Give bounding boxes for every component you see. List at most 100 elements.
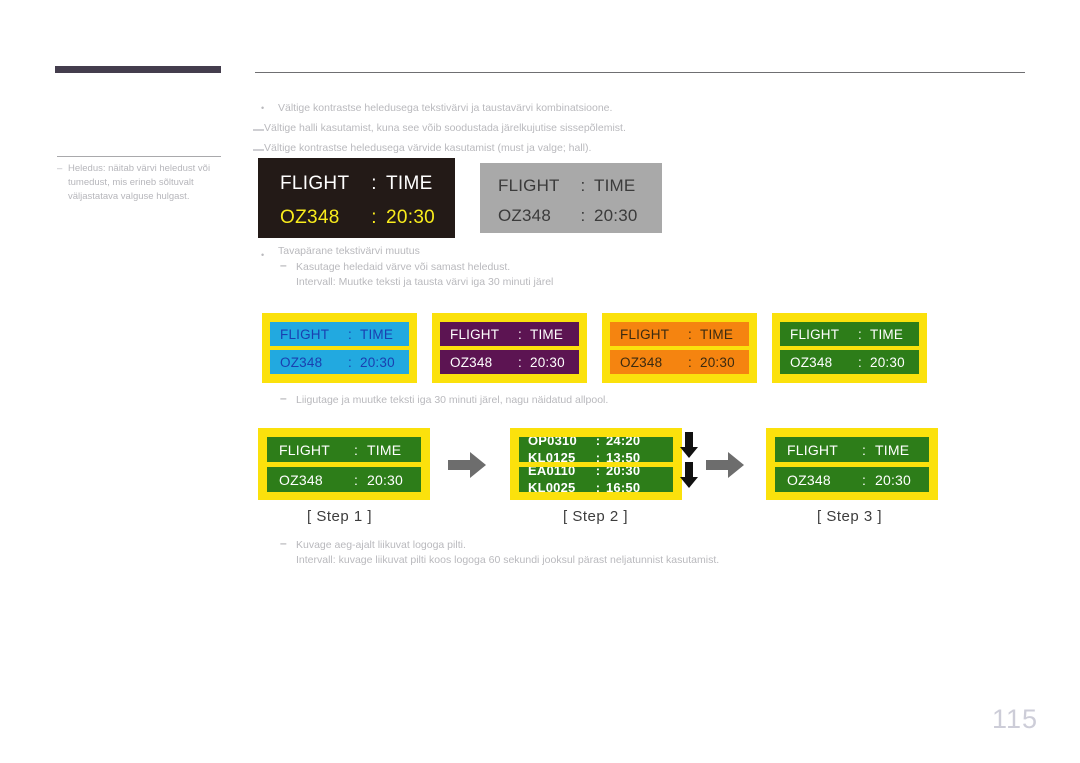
scroll-flight-code: KL0125 bbox=[528, 450, 576, 462]
step2-scroll-bar-bottom: EA0110 : 20:30 KL0025 : 16:50 bbox=[519, 467, 673, 492]
value-flight-no: OZ348 bbox=[620, 354, 663, 370]
value-flight-no: OZ348 bbox=[279, 471, 323, 488]
flight-panel-gray: FLIGHT : TIME OZ348 : 20:30 bbox=[480, 163, 662, 233]
step3-header: FLIGHT : TIME bbox=[775, 437, 929, 462]
value-flight-no: OZ348 bbox=[280, 207, 340, 228]
text-line-7: Liigutage ja muutke teksti iga 30 minuti… bbox=[296, 394, 609, 406]
sub-dash-1: – bbox=[280, 258, 287, 272]
label-time: TIME bbox=[386, 173, 433, 194]
scroll-time: 16:50 bbox=[606, 480, 641, 492]
step3-caption: [ Step 3 ] bbox=[817, 508, 883, 525]
label-colon: : bbox=[348, 326, 352, 342]
text-line-9: Intervall: kuvage liikuvat pilti koos lo… bbox=[296, 554, 720, 566]
step1-value: OZ348 : 20:30 bbox=[267, 467, 421, 492]
bullet-1: • bbox=[261, 103, 265, 113]
label-time: TIME bbox=[530, 326, 564, 342]
sidebar-divider bbox=[57, 156, 221, 157]
swatch-panel-orange: FLIGHT : TIME OZ348 : 20:30 bbox=[602, 313, 757, 383]
label-colon: : bbox=[580, 176, 586, 195]
sub-dash-3: – bbox=[280, 536, 287, 550]
value-flight-no: OZ348 bbox=[787, 471, 831, 488]
text-line-5: Kasutage heledaid värve või samast heled… bbox=[296, 261, 511, 273]
scroll-colon: : bbox=[595, 467, 601, 478]
label-colon: : bbox=[371, 173, 377, 194]
step2-scroll-bar-top: OP0310 : 24:20 KL0125 : 13:50 bbox=[519, 437, 673, 462]
arrow-right-icon bbox=[448, 452, 486, 478]
step3-value: OZ348 : 20:30 bbox=[775, 467, 929, 492]
label-time: TIME bbox=[700, 326, 734, 342]
swatch-header: FLIGHT : TIME bbox=[610, 322, 749, 346]
swatch-value: OZ348 : 20:30 bbox=[440, 350, 579, 374]
value-colon: : bbox=[580, 206, 586, 225]
scroll-time: 24:20 bbox=[606, 437, 641, 448]
scroll-colon: : bbox=[595, 437, 601, 448]
value-time: 20:30 bbox=[870, 354, 905, 370]
scroll-time: 20:30 bbox=[606, 467, 641, 478]
value-time: 20:30 bbox=[700, 354, 735, 370]
label-time: TIME bbox=[360, 326, 394, 342]
sidebar-note-text: Heledus: näitab värvi heledust või tumed… bbox=[68, 163, 211, 202]
swatch-panel-purple: FLIGHT : TIME OZ348 : 20:30 bbox=[432, 313, 587, 383]
label-colon: : bbox=[861, 441, 867, 458]
text-line-1: Vältige kontrastse heledusega tekstivärv… bbox=[278, 102, 613, 114]
scroll-row: EA0110 : 20:30 bbox=[519, 467, 673, 479]
dash-mark-2 bbox=[253, 149, 264, 151]
swatch-value: OZ348 : 20:30 bbox=[270, 350, 409, 374]
step1-caption: [ Step 1 ] bbox=[307, 508, 373, 525]
scroll-flight-code: EA0110 bbox=[528, 467, 576, 478]
sidebar-note: – Heledus: näitab värvi heledust või tum… bbox=[57, 162, 233, 204]
scroll-row: OP0310 : 24:20 bbox=[519, 437, 673, 449]
step2-caption: [ Step 2 ] bbox=[563, 508, 629, 525]
arrow-down-icon bbox=[680, 462, 698, 488]
scroll-colon: : bbox=[595, 450, 601, 462]
text-line-8: Kuvage aeg-ajalt liikuvat logoga pilti. bbox=[296, 539, 466, 551]
value-colon: : bbox=[688, 354, 692, 370]
value-time: 20:30 bbox=[360, 354, 395, 370]
step2-panel: OP0310 : 24:20 KL0125 : 13:50 EA0110 : 2… bbox=[510, 428, 682, 500]
step1-panel: FLIGHT : TIME OZ348 : 20:30 bbox=[258, 428, 430, 500]
label-colon: : bbox=[518, 326, 522, 342]
scroll-time: 13:50 bbox=[606, 450, 641, 462]
label-time: TIME bbox=[594, 176, 636, 195]
swatch-panel-cyan: FLIGHT : TIME OZ348 : 20:30 bbox=[262, 313, 417, 383]
value-flight-no: OZ348 bbox=[450, 354, 493, 370]
flight-panel-dark-header: FLIGHT : TIME bbox=[280, 170, 439, 198]
label-colon: : bbox=[688, 326, 692, 342]
label-flight: FLIGHT bbox=[279, 441, 330, 458]
swatch-panel-green: FLIGHT : TIME OZ348 : 20:30 bbox=[772, 313, 927, 383]
text-line-2: Vältige halli kasutamist, kuna see võib … bbox=[264, 122, 626, 134]
dash-mark-1 bbox=[253, 129, 264, 131]
value-flight-no: OZ348 bbox=[280, 354, 323, 370]
bullet-2: • bbox=[261, 250, 265, 260]
sub-dash-2: – bbox=[280, 391, 287, 405]
swatch-value: OZ348 : 20:30 bbox=[780, 350, 919, 374]
label-time: TIME bbox=[870, 326, 904, 342]
value-time: 20:30 bbox=[530, 354, 565, 370]
scroll-colon: : bbox=[595, 480, 601, 492]
value-flight-no: OZ348 bbox=[498, 206, 551, 225]
sidebar-note-dash: – bbox=[57, 163, 63, 174]
scroll-row: KL0125 : 13:50 bbox=[519, 449, 673, 462]
value-colon: : bbox=[371, 207, 377, 228]
swatch-header: FLIGHT : TIME bbox=[270, 322, 409, 346]
swatch-header: FLIGHT : TIME bbox=[780, 322, 919, 346]
value-colon: : bbox=[348, 354, 352, 370]
value-colon: : bbox=[353, 471, 359, 488]
value-time: 20:30 bbox=[594, 206, 638, 225]
label-flight: FLIGHT bbox=[280, 326, 330, 342]
flight-panel-gray-header: FLIGHT : TIME bbox=[498, 173, 648, 199]
page-number: 115 bbox=[991, 704, 1038, 734]
text-line-3: Vältige kontrastse heledusega värvide ka… bbox=[264, 142, 592, 154]
label-time: TIME bbox=[875, 441, 910, 458]
label-flight: FLIGHT bbox=[498, 176, 560, 195]
value-time: 20:30 bbox=[875, 471, 912, 488]
scroll-flight-code: KL0025 bbox=[528, 480, 576, 492]
header-divider-line bbox=[255, 72, 1025, 73]
arrow-right-icon bbox=[706, 452, 744, 478]
label-flight: FLIGHT bbox=[280, 173, 350, 194]
label-flight: FLIGHT bbox=[790, 326, 840, 342]
label-flight: FLIGHT bbox=[450, 326, 500, 342]
swatch-value: OZ348 : 20:30 bbox=[610, 350, 749, 374]
value-time: 20:30 bbox=[386, 207, 436, 228]
value-colon: : bbox=[861, 471, 867, 488]
